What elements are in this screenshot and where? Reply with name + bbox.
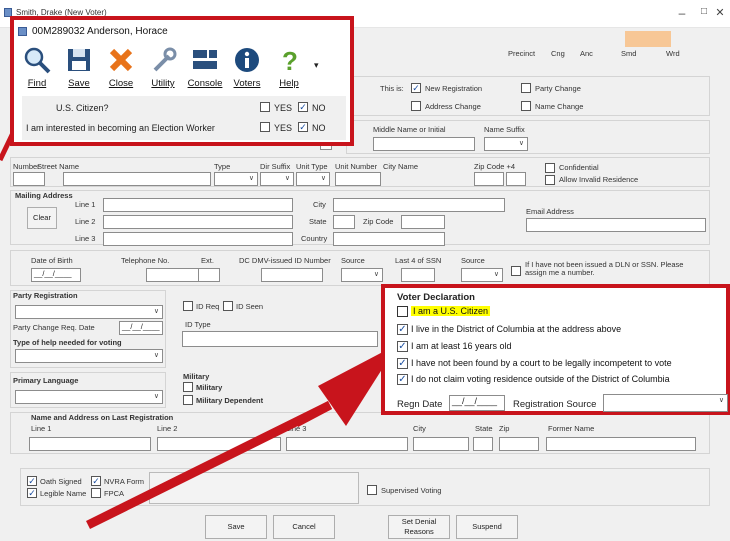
arrow-bottom-link — [293, 401, 333, 427]
declaration-citizen-label: I am a U.S. Citizen — [411, 306, 491, 316]
declaration-residency-claim-checkbox[interactable]: ✓ — [397, 374, 408, 385]
wrench-icon — [153, 47, 177, 72]
citizen-yes-label: YES — [274, 103, 293, 113]
voter-declaration-title: Voter Declaration — [397, 292, 475, 303]
registration-source-label: Registration Source — [513, 399, 597, 410]
voter-window: Smith, Drake (New Voter) – □ ✕ Precinct … — [0, 0, 730, 541]
info-icon — [235, 48, 259, 72]
save-toolbar-button[interactable]: Save — [60, 46, 98, 89]
citizen-question-area: U.S. Citizen? I am interested in becomin… — [22, 96, 346, 140]
toolbar-overflow-icon[interactable]: ▾ — [314, 60, 319, 71]
utility-button[interactable]: Utility — [144, 46, 182, 89]
record-icon — [18, 27, 27, 36]
election-worker-question-label: I am interested in becoming an Election … — [26, 123, 215, 133]
save-label: Save — [68, 78, 90, 89]
worker-no-label: NO — [312, 123, 326, 133]
voters-label: Voters — [233, 78, 261, 89]
regn-date-label: Regn Date — [397, 399, 443, 410]
utility-label: Utility — [151, 78, 175, 89]
declaration-age-checkbox[interactable]: ✓ — [397, 341, 408, 352]
citizen-question-label: U.S. Citizen? — [56, 103, 109, 113]
voter-declaration-box: Voter Declaration I am a U.S. Citizen ✓ … — [381, 284, 730, 415]
regn-date-input[interactable]: __/__/____ — [449, 395, 505, 411]
citizen-no-label: NO — [312, 103, 326, 113]
citizen-yes-checkbox[interactable] — [260, 102, 270, 112]
declaration-competence-checkbox[interactable]: ✓ — [397, 358, 408, 369]
citizen-no-checkbox[interactable]: ✓ — [298, 102, 308, 112]
voters-button[interactable]: Voters — [228, 46, 266, 89]
worker-yes-checkbox[interactable] — [260, 122, 270, 132]
help-question-icon: ? — [282, 46, 298, 76]
worker-no-checkbox[interactable]: ✓ — [298, 122, 308, 132]
arrow-bottom-line — [86, 400, 332, 530]
record-popup: 00M289032 Anderson, Horace Find Save Clo… — [10, 16, 354, 146]
declaration-residence-label: I live in the District of Columbia at th… — [411, 324, 622, 334]
console-label: Console — [187, 78, 223, 89]
worker-yes-label: YES — [274, 123, 293, 133]
help-label: Help — [279, 78, 299, 89]
close-label: Close — [108, 78, 134, 89]
record-title: 00M289032 Anderson, Horace — [32, 26, 168, 37]
find-button[interactable]: Find — [18, 46, 56, 89]
help-button[interactable]: ? Help — [270, 46, 308, 89]
console-icon — [193, 50, 217, 69]
declaration-residency-claim-label: I do not claim voting residence outside … — [411, 374, 670, 384]
declaration-age-label: I am at least 16 years old — [411, 341, 512, 351]
close-x-icon — [109, 48, 133, 72]
declaration-citizen-checkbox[interactable] — [397, 306, 408, 317]
floppy-disk-icon — [68, 49, 90, 71]
close-toolbar-button[interactable]: Close — [102, 46, 140, 89]
declaration-competence-label: I have not been found by a court to be l… — [411, 358, 672, 368]
console-button[interactable]: Console — [186, 46, 224, 89]
svg-text:?: ? — [282, 46, 298, 74]
registration-source-select[interactable] — [603, 394, 728, 412]
declaration-residence-checkbox[interactable]: ✓ — [397, 324, 408, 335]
find-label: Find — [27, 78, 47, 89]
search-icon — [24, 47, 51, 74]
